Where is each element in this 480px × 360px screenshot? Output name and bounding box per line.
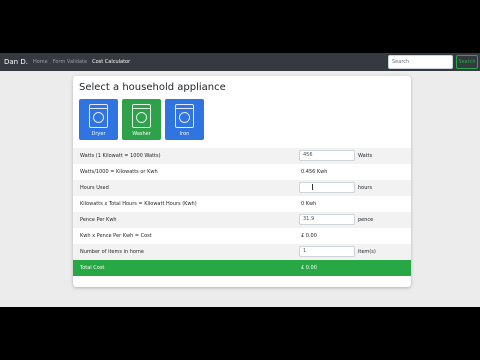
card-title: Select a household appliance — [79, 82, 226, 93]
kwh-value: 0 Kwh — [301, 201, 317, 207]
total-cost-label: Total Cost — [80, 265, 105, 271]
hours-used-input[interactable] — [299, 182, 355, 193]
cost-value: £ 0.00 — [301, 233, 317, 239]
watts-unit: Watts — [358, 153, 373, 159]
nav-link-form-validate[interactable]: Form Validate — [53, 59, 87, 65]
iron-label: Iron — [179, 131, 190, 137]
nav-link-home[interactable]: Home — [33, 59, 48, 65]
text-cursor-icon — [312, 184, 313, 190]
row-pence-per-kwh: Pence Per Kwh 31.9 pence — [73, 212, 411, 228]
navbar-brand[interactable]: Dan D. — [4, 58, 28, 66]
dryer-icon — [89, 104, 108, 128]
row-hours-used: Hours Used hours — [73, 180, 411, 196]
row-cost: Kwh x Pence Per Kwh = Cost £ 0.00 — [73, 228, 411, 244]
nav-link-cost-calculator[interactable]: Cost Calculator — [92, 59, 130, 65]
row-total-cost: Total Cost £ 0.00 — [73, 260, 411, 276]
row-number-of-items: Number of items in home 1 item(s) — [73, 244, 411, 260]
hours-used-label: Hours Used — [80, 185, 109, 191]
washer-label: Washer — [132, 131, 151, 137]
items-unit: item(s) — [358, 249, 376, 255]
calculator-card: Select a household appliance Dryer Washe… — [73, 76, 411, 287]
washer-button[interactable]: Washer — [122, 99, 161, 140]
kwh-label: Kilowatts x Total Hours = Kilowatt Hours… — [80, 201, 197, 207]
pence-per-kwh-label: Pence Per Kwh — [80, 217, 117, 223]
row-kwh: Kilowatts x Total Hours = Kilowatt Hours… — [73, 196, 411, 212]
iron-button[interactable]: Iron — [165, 99, 204, 140]
number-of-items-input[interactable]: 1 — [299, 246, 355, 257]
pence-unit: pence — [358, 217, 374, 223]
dryer-label: Dryer — [91, 131, 106, 137]
number-of-items-label: Number of items in home — [80, 249, 144, 255]
cost-label: Kwh x Pence Per Kwh = Cost — [80, 233, 152, 239]
hours-unit: hours — [358, 185, 373, 191]
total-cost-value: £ 0.00 — [301, 265, 317, 271]
iron-icon — [175, 104, 194, 128]
search-button[interactable]: Search — [456, 55, 478, 69]
kilowatts-value: 0.456 Kwh — [301, 169, 328, 175]
row-kilowatts: Watts/1000 = Kilowatts or Kwh 0.456 Kwh — [73, 164, 411, 180]
watts-label: Watts (1 Kilowatt = 1000 Watts) — [80, 153, 161, 159]
kilowatts-label: Watts/1000 = Kilowatts or Kwh — [80, 169, 158, 175]
row-watts: Watts (1 Kilowatt = 1000 Watts) 456 Watt… — [73, 148, 411, 164]
watts-input[interactable]: 456 — [299, 150, 355, 161]
search-input[interactable]: Search — [388, 55, 453, 69]
dryer-button[interactable]: Dryer — [79, 99, 118, 140]
page-background: Dan D. Home Form Validate Cost Calculato… — [0, 53, 480, 307]
navbar: Dan D. Home Form Validate Cost Calculato… — [0, 53, 480, 71]
pence-per-kwh-input[interactable]: 31.9 — [299, 214, 355, 225]
washer-icon — [132, 104, 151, 128]
